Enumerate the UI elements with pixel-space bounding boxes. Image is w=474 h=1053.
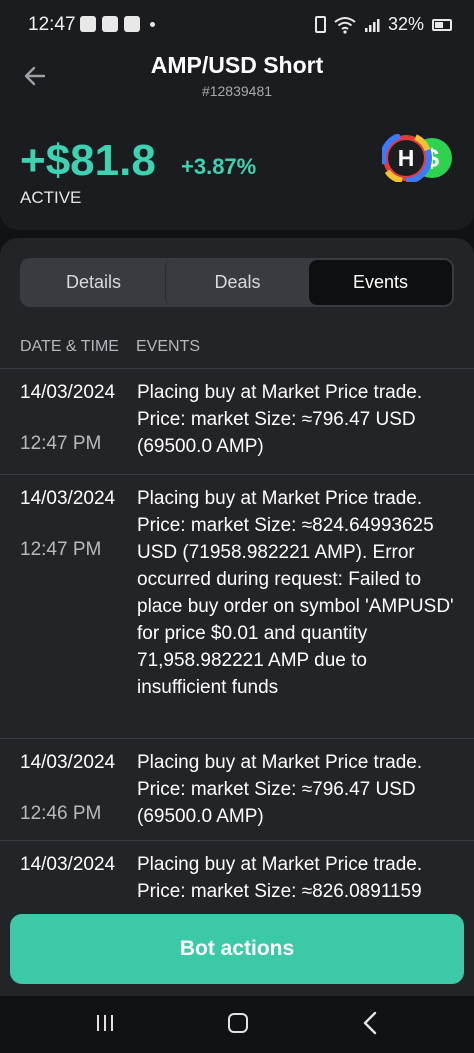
notification-icons bbox=[80, 16, 155, 32]
app-notification-icon bbox=[102, 16, 118, 32]
events-list[interactable]: 14/03/2024 12:47 PM Placing buy at Marke… bbox=[0, 368, 474, 910]
row-date: 14/03/2024 bbox=[20, 854, 116, 875]
battery-percent: 32% bbox=[387, 14, 424, 34]
home-icon[interactable] bbox=[228, 1013, 248, 1033]
status-badge: ACTIVE bbox=[20, 188, 82, 207]
column-header-events: EVENTS bbox=[136, 338, 201, 355]
row-event-text: Placing buy at Market Price trade. Price… bbox=[137, 752, 423, 827]
row-date: 14/03/2024 bbox=[20, 752, 116, 773]
bot-header: AMP/USD Short #12839481 +$81.8 +3.87% AC… bbox=[0, 50, 474, 230]
row-time: 12:46 PM bbox=[20, 803, 102, 824]
bot-actions-button[interactable]: Bot actions bbox=[10, 914, 464, 984]
status-bar: 12:47 32% bbox=[0, 0, 474, 50]
row-time: 12:47 PM bbox=[20, 433, 102, 454]
row-event-text: Placing buy at Market Price trade. Price… bbox=[137, 382, 423, 457]
more-notifications-dot-icon bbox=[150, 21, 155, 27]
battery-saver-icon bbox=[314, 16, 326, 33]
table-row: 14/03/2024 Placing buy at Market Price t… bbox=[0, 840, 474, 910]
row-event-text: Placing buy at Market Price trade. Price… bbox=[137, 854, 423, 902]
system-nav-bar bbox=[0, 996, 474, 1053]
profit-percent: +3.87% bbox=[181, 154, 257, 179]
row-date: 14/03/2024 bbox=[20, 382, 116, 403]
wifi-icon bbox=[334, 16, 356, 34]
chat-notification-icon bbox=[124, 16, 140, 32]
status-time: 12:47 bbox=[28, 14, 76, 35]
bot-id: #12839481 bbox=[201, 83, 273, 99]
row-event-text: Placing buy at Market Price trade. Price… bbox=[137, 488, 454, 698]
table-row: 14/03/2024 12:47 PM Placing buy at Marke… bbox=[0, 368, 474, 474]
tab-details[interactable]: Details bbox=[22, 260, 165, 305]
recent-apps-icon[interactable] bbox=[95, 1014, 115, 1032]
row-time: 12:47 PM bbox=[20, 539, 102, 560]
row-date: 14/03/2024 bbox=[20, 488, 116, 509]
tab-events[interactable]: Events bbox=[309, 260, 452, 305]
battery-icon bbox=[432, 18, 452, 31]
system-icons: 32% bbox=[314, 14, 452, 35]
logo-letter: H bbox=[398, 145, 415, 171]
table-row: 14/03/2024 12:46 PM Placing buy at Marke… bbox=[0, 738, 474, 840]
column-header-date: DATE & TIME bbox=[20, 338, 119, 355]
table-row: 14/03/2024 12:47 PM Placing buy at Marke… bbox=[0, 474, 474, 738]
page-title: AMP/USD Short bbox=[150, 52, 324, 78]
exchange-logo-icon: $ H bbox=[382, 134, 452, 182]
profit-value: +$81.8 bbox=[20, 136, 156, 185]
nav-back-icon[interactable] bbox=[362, 1011, 378, 1035]
gallery-icon bbox=[80, 16, 96, 32]
signal-icon bbox=[364, 18, 380, 32]
tab-bar: Details Deals Events bbox=[20, 258, 454, 307]
tab-deals[interactable]: Deals bbox=[165, 260, 309, 305]
